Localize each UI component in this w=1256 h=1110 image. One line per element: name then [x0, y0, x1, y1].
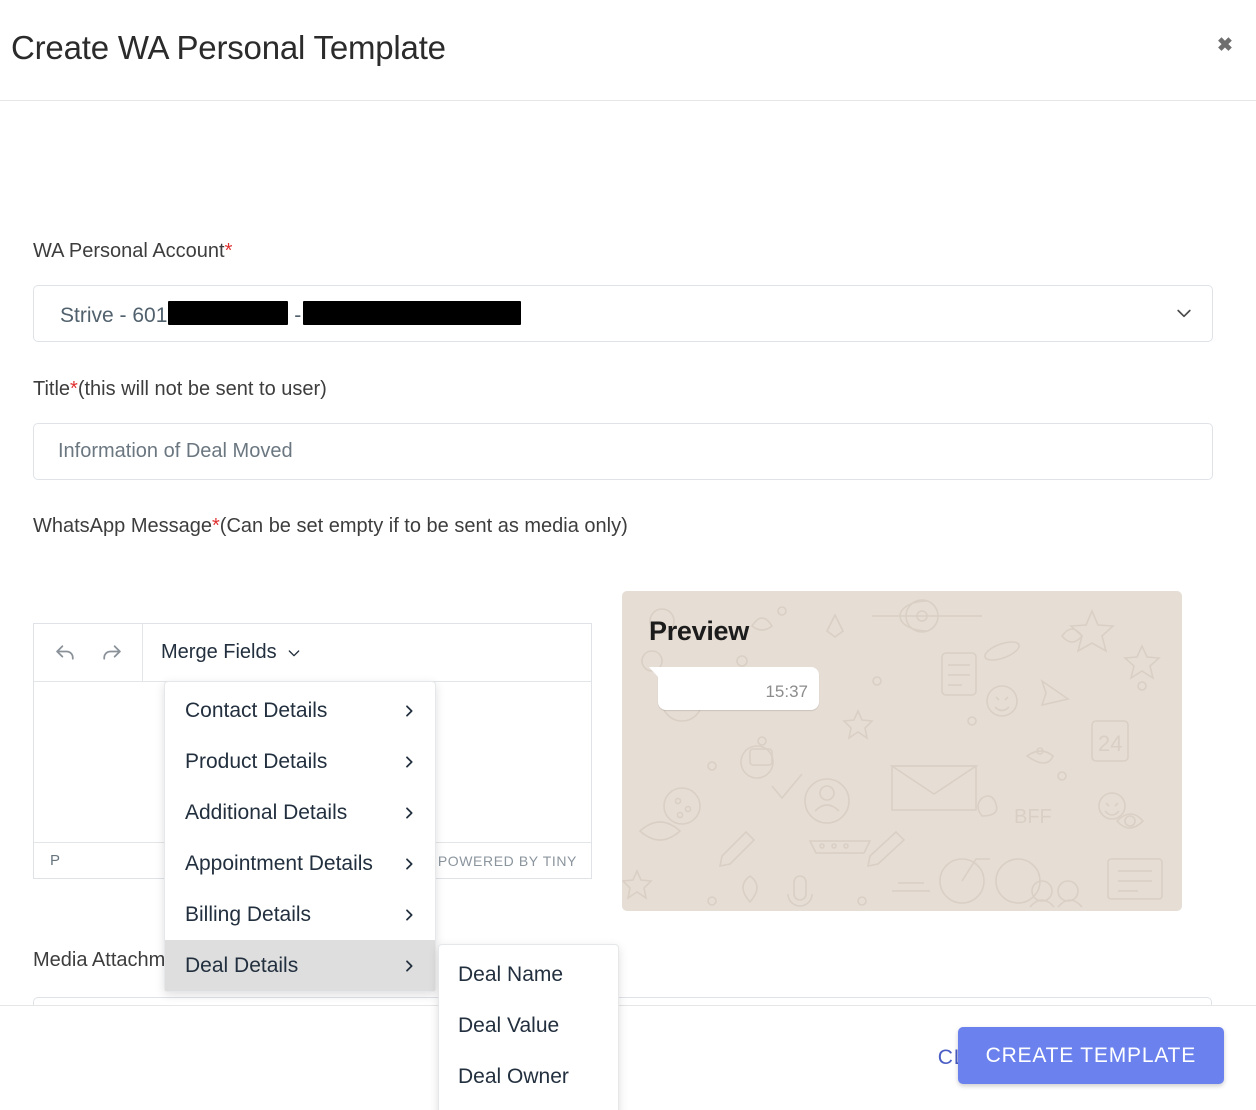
create-template-button[interactable]: CREATE TEMPLATE: [957, 1027, 1224, 1084]
menu-item-product-details[interactable]: Product Details: [165, 736, 435, 787]
title-label: Title*(this will not be sent to user): [33, 378, 327, 401]
whatsapp-message-label-text: WhatsApp Message: [33, 515, 212, 537]
menu-item-contact-details[interactable]: Contact Details: [165, 685, 435, 736]
menu-item-label: Deal Details: [185, 953, 299, 977]
editor-element-path: P: [50, 852, 61, 869]
svg-text:24: 24: [1098, 731, 1122, 756]
wa-account-value-separator: -: [294, 304, 302, 327]
dialog-body: WA Personal Account* Strive - 601 - Titl…: [0, 101, 1256, 1110]
chevron-right-icon: [401, 803, 417, 823]
editor-history-group: [34, 624, 143, 681]
title-label-suffix: (this will not be sent to user): [77, 378, 327, 400]
page-title: Create WA Personal Template: [11, 29, 446, 66]
svg-text:BFF: BFF: [1014, 806, 1052, 828]
wa-account-label-text: WA Personal Account: [33, 240, 225, 262]
menu-item-label: Contact Details: [185, 698, 328, 722]
redacted-name-block: [303, 301, 522, 325]
chevron-right-icon: [401, 854, 417, 874]
preview-title: Preview: [649, 616, 749, 646]
wa-account-value-prefix: Strive - 601: [60, 304, 168, 327]
chevron-right-icon: [401, 956, 417, 976]
preview-message-timestamp: 15:37: [765, 682, 808, 701]
menu-item-label: Appointment Details: [185, 851, 373, 875]
close-icon[interactable]: ✖: [1214, 35, 1236, 57]
undo-icon[interactable]: [46, 634, 84, 672]
editor-toolbar: Merge Fields: [34, 624, 591, 682]
preview-message-bubble: 15:37: [649, 667, 819, 710]
dialog-header: Create WA Personal Template ✖: [0, 0, 1256, 101]
menu-item-label: Billing Details: [185, 902, 312, 926]
wa-account-select[interactable]: Strive - 601 -: [33, 285, 1213, 342]
wa-account-label: WA Personal Account*: [33, 240, 232, 263]
submenu-item-deal-owner[interactable]: Deal Owner: [439, 1051, 618, 1102]
submenu-item-deal-link[interactable]: Deal Link: [439, 1102, 618, 1110]
chevron-right-icon: [401, 752, 417, 772]
create-wa-template-dialog: Create WA Personal Template ✖ WA Persona…: [0, 0, 1256, 1110]
chevron-down-icon: [288, 649, 299, 656]
redacted-phone-block: [168, 301, 289, 325]
required-asterisk: *: [211, 515, 220, 537]
title-label-text: Title: [33, 378, 71, 400]
merge-fields-label: Merge Fields: [161, 641, 277, 663]
menu-item-deal-details[interactable]: Deal Details: [165, 940, 435, 991]
merge-fields-menu: Contact Details Product Details Addition…: [164, 681, 436, 992]
chevron-right-icon: [401, 905, 417, 925]
whatsapp-message-label: WhatsApp Message*(Can be set empty if to…: [33, 515, 628, 538]
chevron-right-icon: [401, 701, 417, 721]
merge-fields-button[interactable]: Merge Fields: [143, 624, 318, 681]
menu-item-additional-details[interactable]: Additional Details: [165, 787, 435, 838]
deal-details-submenu: Deal Name Deal Value Deal Owner Deal Lin…: [438, 944, 619, 1110]
required-asterisk: *: [70, 378, 78, 400]
submenu-item-deal-value[interactable]: Deal Value: [439, 1000, 618, 1051]
required-asterisk: *: [224, 240, 233, 262]
editor-branding: POWERED BY TINY: [437, 852, 577, 869]
chevron-down-icon: [1177, 309, 1191, 318]
wa-account-selected-value: Strive - 601 -: [60, 301, 522, 328]
submenu-item-deal-name[interactable]: Deal Name: [439, 949, 618, 1000]
menu-item-billing-details[interactable]: Billing Details: [165, 889, 435, 940]
redo-icon[interactable]: [92, 634, 130, 672]
title-input[interactable]: [33, 423, 1213, 480]
menu-item-label: Additional Details: [185, 800, 348, 824]
menu-item-appointment-details[interactable]: Appointment Details: [165, 838, 435, 889]
dialog-footer: CLOSE CREATE TEMPLATE: [0, 1005, 1256, 1110]
whatsapp-message-label-suffix: (Can be set empty if to be sent as media…: [219, 515, 628, 537]
menu-item-label: Product Details: [185, 749, 328, 773]
whatsapp-preview-panel: 24 BFF Preview 15:37: [622, 591, 1182, 911]
